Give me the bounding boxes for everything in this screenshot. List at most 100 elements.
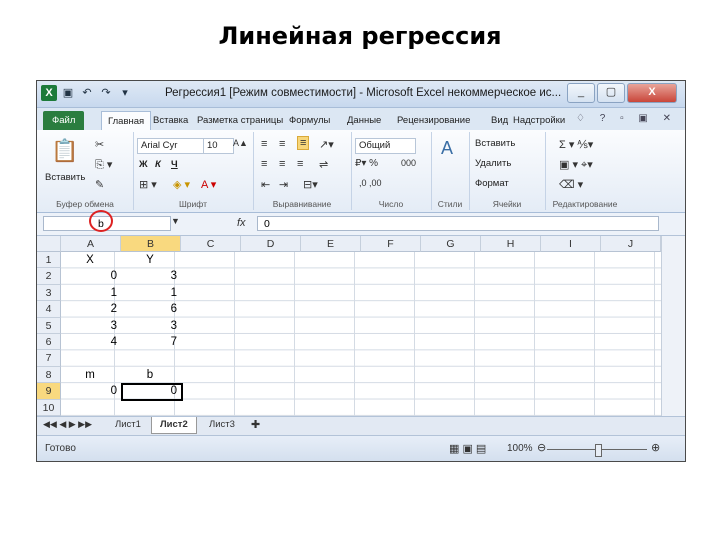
autosum-icon[interactable]: Σ ▾ ⅍▾: [559, 138, 593, 151]
row-header-8[interactable]: 8: [37, 366, 61, 384]
styles-icon[interactable]: A: [441, 138, 453, 159]
zoom-out-icon[interactable]: ⊖: [537, 441, 546, 454]
fill-icon[interactable]: ▣ ▾ ⌖▾: [559, 158, 593, 172]
select-all-corner[interactable]: [37, 236, 61, 252]
redo-icon[interactable]: ↷: [98, 85, 114, 101]
sheet-nav-icons[interactable]: ◀◀ ◀ ▶ ▶▶: [43, 419, 92, 430]
vertical-scrollbar[interactable]: [661, 236, 685, 416]
align-right-icon[interactable]: ≡: [297, 158, 303, 170]
merge-cells-icon[interactable]: ⊟▾: [303, 178, 318, 191]
align-bottom-icon[interactable]: ≡: [297, 136, 310, 150]
cell-b1[interactable]: Y: [123, 252, 177, 268]
underline-button[interactable]: Ч: [171, 159, 178, 170]
cell-a1[interactable]: X: [63, 252, 117, 268]
column-header-e[interactable]: E: [301, 236, 361, 252]
column-header-c[interactable]: C: [181, 236, 241, 252]
row-header-1[interactable]: 1: [37, 252, 61, 269]
cell-a2[interactable]: 0: [63, 268, 117, 284]
active-cell-b9[interactable]: [121, 383, 183, 401]
row-header-4[interactable]: 4: [37, 301, 61, 318]
decrease-indent-icon[interactable]: ⇤: [261, 178, 270, 191]
cell-a6[interactable]: 4: [63, 334, 117, 350]
zoom-level[interactable]: 100%: [507, 443, 533, 454]
column-header-d[interactable]: D: [241, 236, 301, 252]
font-name-combo[interactable]: Arial Cyr: [137, 138, 204, 154]
fill-color-icon[interactable]: ◈ ▾: [173, 178, 190, 191]
cell-a4[interactable]: 2: [63, 301, 117, 317]
row-header-2[interactable]: 2: [37, 268, 61, 285]
borders-icon[interactable]: ⊞ ▾: [139, 178, 157, 191]
delete-cells-button[interactable]: Удалить: [475, 158, 511, 169]
orientation-icon[interactable]: ↗▾: [319, 138, 334, 151]
number-format-combo[interactable]: Общий: [355, 138, 416, 154]
row-header-3[interactable]: 3: [37, 284, 61, 302]
align-center-icon[interactable]: ≡: [279, 158, 285, 170]
tab-file[interactable]: Файл: [43, 111, 85, 130]
zoom-slider-knob[interactable]: [595, 444, 602, 457]
tab-addins[interactable]: Надстройки: [513, 111, 565, 130]
cell-b4[interactable]: 6: [123, 301, 177, 317]
view-buttons-icons[interactable]: ▦ ▣ ▤: [449, 442, 486, 455]
zoom-in-icon[interactable]: ⊕: [651, 441, 660, 454]
cell-b5[interactable]: 3: [123, 318, 177, 334]
close-button[interactable]: X: [627, 83, 677, 103]
insert-cells-button[interactable]: Вставить: [475, 138, 515, 149]
italic-button[interactable]: К: [155, 159, 161, 170]
align-middle-icon[interactable]: ≡: [279, 138, 285, 150]
column-header-j[interactable]: J: [601, 236, 661, 252]
cut-icon[interactable]: ✂: [95, 138, 104, 151]
row-header-7[interactable]: 7: [37, 350, 61, 367]
clear-icon[interactable]: ⌫ ▾: [559, 178, 583, 191]
tab-review[interactable]: Рецензирование: [397, 111, 470, 130]
tab-data[interactable]: Данные: [347, 111, 381, 130]
copy-icon[interactable]: ⎘ ▾: [95, 158, 112, 172]
format-cells-button[interactable]: Формат: [475, 178, 509, 189]
tab-insert[interactable]: Вставка: [153, 111, 188, 130]
thousands-icon[interactable]: 000: [401, 158, 416, 168]
row-header-9[interactable]: 9: [37, 383, 61, 400]
format-painter-icon[interactable]: ✎: [95, 178, 104, 191]
align-top-icon[interactable]: ≡: [261, 138, 267, 150]
align-left-icon[interactable]: ≡: [261, 158, 267, 170]
formula-input[interactable]: 0: [257, 216, 659, 231]
paste-icon[interactable]: 📋: [51, 138, 78, 164]
save-icon[interactable]: ▣: [60, 85, 76, 101]
tab-formulas[interactable]: Формулы: [289, 111, 330, 130]
fx-icon[interactable]: fx: [237, 217, 246, 229]
tab-page-layout[interactable]: Разметка страницы: [197, 111, 283, 130]
wrap-text-icon[interactable]: ⇌: [319, 158, 328, 171]
column-header-b[interactable]: B: [121, 236, 181, 252]
sheet-tab-1[interactable]: Лист1: [107, 417, 149, 433]
sheet-tab-2[interactable]: Лист2: [151, 417, 197, 434]
bold-button[interactable]: Ж: [139, 159, 148, 170]
column-header-a[interactable]: A: [61, 236, 121, 252]
cell-a8[interactable]: m: [63, 367, 117, 383]
cell-b2[interactable]: 3: [123, 268, 177, 284]
name-box-dropdown-icon[interactable]: ▼: [171, 216, 180, 226]
column-header-f[interactable]: F: [361, 236, 421, 252]
worksheet-grid[interactable]: ABCDEFGHIJ 1 2 3 4 5 6 7 8 9 10 XY0311263347mb00: [37, 236, 661, 416]
tab-home[interactable]: Главная: [101, 111, 152, 131]
font-color-icon[interactable]: A ▾: [201, 178, 216, 191]
cell-a3[interactable]: 1: [63, 285, 117, 301]
paste-button[interactable]: Вставить: [45, 172, 85, 183]
decimal-icons[interactable]: ,0 ,00: [359, 178, 382, 188]
cell-a9[interactable]: 0: [63, 383, 117, 399]
row-header-10[interactable]: 10: [37, 399, 61, 416]
font-size-combo[interactable]: 10: [203, 138, 234, 154]
increase-indent-icon[interactable]: ⇥: [279, 178, 288, 191]
tab-view[interactable]: Вид: [491, 111, 508, 130]
cell-a5[interactable]: 3: [63, 318, 117, 334]
cell-b3[interactable]: 1: [123, 285, 177, 301]
maximize-button[interactable]: ▢: [597, 83, 625, 103]
excel-logo-icon[interactable]: X: [41, 85, 57, 101]
font-grow-icon[interactable]: A▲: [233, 138, 248, 148]
new-sheet-icon[interactable]: ✚: [251, 418, 260, 431]
cell-b8[interactable]: b: [123, 367, 177, 383]
currency-icon[interactable]: ₽▾ %: [355, 158, 378, 169]
undo-icon[interactable]: ↶: [79, 85, 95, 101]
qat-menu-icon[interactable]: ▾: [117, 85, 133, 101]
column-header-i[interactable]: I: [541, 236, 601, 252]
minimize-button[interactable]: _: [567, 83, 595, 103]
cell-b6[interactable]: 7: [123, 334, 177, 350]
